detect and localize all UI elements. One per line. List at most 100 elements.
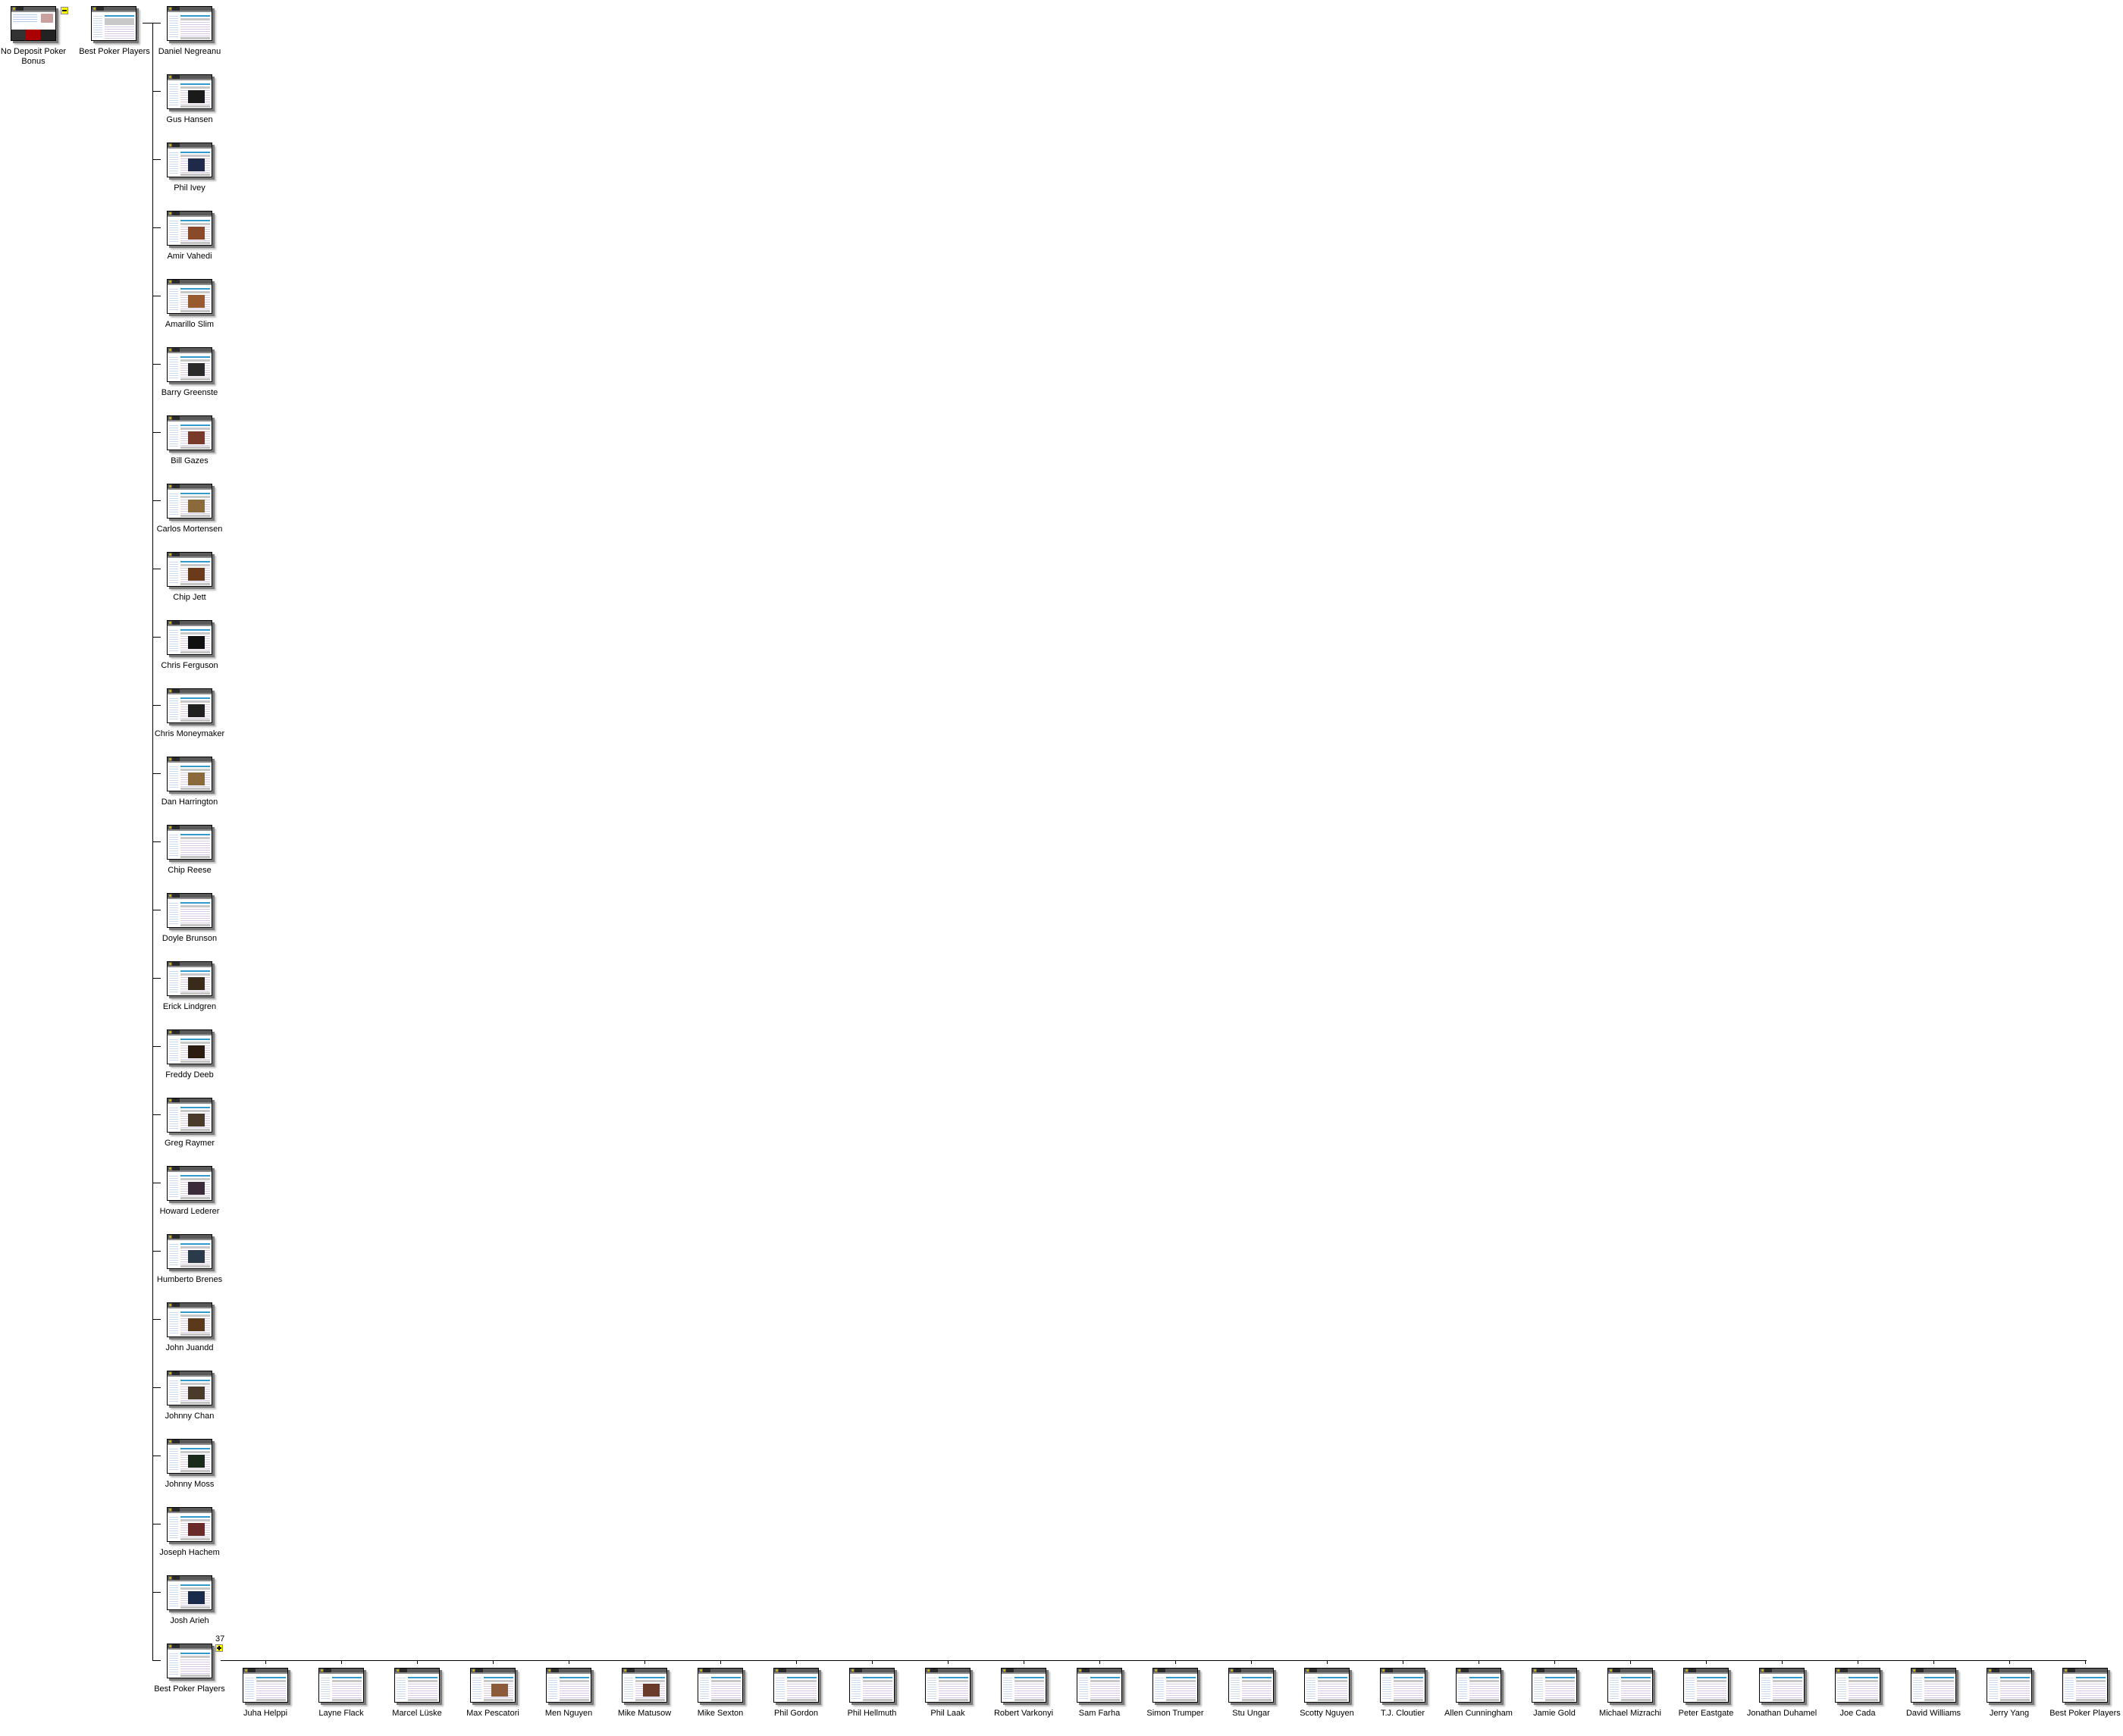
page-thumbnail[interactable] — [167, 1302, 212, 1337]
logo-icon — [169, 417, 171, 419]
page-thumbnail[interactable] — [167, 143, 212, 177]
page-thumbnail[interactable] — [1001, 1668, 1046, 1703]
page-thumbnail[interactable] — [167, 1098, 212, 1133]
page-thumbnail[interactable] — [546, 1668, 591, 1703]
page-thumbnail[interactable] — [167, 1439, 212, 1474]
logo-icon — [169, 144, 171, 146]
page-thumbnail[interactable] — [91, 6, 136, 41]
logo-icon — [169, 76, 171, 78]
page-thumbnail[interactable] — [167, 6, 212, 41]
page-thumbnail[interactable] — [1683, 1668, 1729, 1703]
node-label: Marcel Lüske — [392, 1709, 442, 1718]
page-thumbnail[interactable] — [167, 688, 212, 723]
child-count-badge: 37 — [215, 1634, 225, 1644]
node-label: Phil Hellmuth — [847, 1709, 897, 1718]
page-thumbnail[interactable] — [167, 211, 212, 246]
page-thumbnail[interactable] — [849, 1668, 895, 1703]
expand-plus-icon[interactable] — [215, 1644, 223, 1652]
player-photo — [188, 568, 205, 581]
page-thumbnail[interactable] — [698, 1668, 743, 1703]
connector-stub — [152, 1046, 161, 1047]
node-label: Bill Gazes — [171, 456, 209, 465]
page-thumbnail[interactable] — [167, 552, 212, 587]
page-thumbnail[interactable] — [1607, 1668, 1653, 1703]
page-thumbnail[interactable] — [167, 484, 212, 519]
page-thumbnail[interactable] — [622, 1668, 667, 1703]
page-thumbnail[interactable] — [1532, 1668, 1577, 1703]
logo-icon — [93, 8, 96, 10]
page-thumbnail[interactable] — [167, 620, 212, 655]
player-photo — [188, 295, 205, 308]
page-thumbnail[interactable] — [1987, 1668, 2032, 1703]
logo-icon — [169, 1236, 171, 1238]
page-thumbnail[interactable] — [167, 415, 212, 450]
node-label: Dan Harrington — [161, 797, 218, 807]
node-label: Johnny Moss — [165, 1480, 215, 1489]
page-thumbnail[interactable] — [773, 1668, 819, 1703]
page-thumbnail[interactable] — [167, 757, 212, 791]
logo-icon — [169, 485, 171, 487]
player-photo — [188, 1250, 205, 1263]
logo-icon — [1610, 1669, 1612, 1672]
page-thumbnail[interactable] — [470, 1668, 516, 1703]
page-thumbnail[interactable] — [394, 1668, 440, 1703]
node-label: Gus Hansen — [166, 115, 213, 124]
page-thumbnail[interactable] — [167, 893, 212, 928]
logo-icon — [169, 895, 171, 897]
connector-stub — [152, 773, 161, 774]
player-photo — [188, 1318, 205, 1331]
page-thumbnail[interactable] — [1456, 1668, 1501, 1703]
page-thumbnail[interactable] — [11, 6, 56, 41]
connector-stub — [152, 500, 161, 501]
logo-icon — [169, 1099, 171, 1101]
page-thumbnail[interactable] — [167, 74, 212, 109]
logo-icon — [1306, 1669, 1309, 1672]
page-thumbnail[interactable] — [167, 1371, 212, 1405]
page-thumbnail[interactable] — [167, 1644, 212, 1678]
logo-icon — [169, 963, 171, 965]
node-label: Stu Ungar — [1232, 1709, 1270, 1718]
player-photo — [643, 1684, 660, 1697]
node-label: Layne Flack — [318, 1709, 364, 1718]
page-thumbnail[interactable] — [167, 1029, 212, 1064]
node-label: Greg Raymer — [164, 1139, 215, 1148]
page-thumbnail[interactable] — [925, 1668, 971, 1703]
page-thumbnail[interactable] — [167, 1234, 212, 1269]
page-thumbnail[interactable] — [167, 961, 212, 996]
logo-icon — [169, 212, 171, 215]
logo-icon — [169, 553, 171, 556]
collapse-minus-icon[interactable] — [61, 7, 68, 14]
connector-stub — [152, 23, 161, 24]
page-thumbnail[interactable] — [1759, 1668, 1805, 1703]
logo-icon — [169, 1031, 171, 1033]
connector-stub — [152, 227, 161, 228]
page-thumbnail[interactable] — [167, 1166, 212, 1201]
page-thumbnail[interactable] — [167, 825, 212, 860]
logo-icon — [624, 1669, 626, 1672]
page-thumbnail[interactable] — [1304, 1668, 1350, 1703]
player-photo — [188, 1455, 205, 1468]
logo-icon — [851, 1669, 854, 1672]
player-photo — [188, 431, 205, 444]
page-thumbnail[interactable] — [2062, 1668, 2108, 1703]
page-thumbnail[interactable] — [1835, 1668, 1880, 1703]
player-photo — [188, 158, 205, 171]
logo-icon — [169, 622, 171, 624]
page-thumbnail[interactable] — [167, 1507, 212, 1542]
page-thumbnail[interactable] — [1077, 1668, 1122, 1703]
page-thumbnail[interactable] — [167, 347, 212, 382]
node-label: Phil Ivey — [174, 183, 205, 193]
page-thumbnail[interactable] — [243, 1668, 288, 1703]
page-thumbnail[interactable] — [1228, 1668, 1274, 1703]
page-thumbnail[interactable] — [1911, 1668, 1956, 1703]
page-thumbnail[interactable] — [167, 1575, 212, 1610]
page-thumbnail[interactable] — [318, 1668, 364, 1703]
page-thumbnail[interactable] — [1152, 1668, 1198, 1703]
player-photo — [188, 1114, 205, 1127]
logo-icon — [169, 1645, 171, 1647]
connector-stub — [152, 432, 161, 433]
page-thumbnail[interactable] — [1380, 1668, 1425, 1703]
logo-icon — [169, 1372, 171, 1374]
logo-icon — [245, 1669, 247, 1672]
page-thumbnail[interactable] — [167, 279, 212, 314]
